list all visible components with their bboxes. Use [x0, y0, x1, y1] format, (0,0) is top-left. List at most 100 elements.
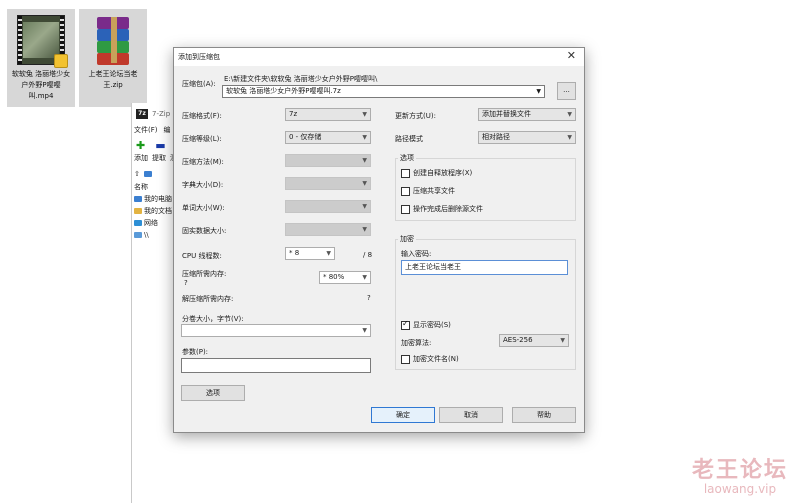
watermark-cn: 老王论坛 [691, 458, 788, 483]
toolbar-labels: 添加 提取 测 [134, 153, 177, 163]
network-share-icon [134, 232, 142, 238]
dict-select[interactable]: ▼ [285, 177, 371, 190]
threads-select[interactable]: * 8 ▼ [285, 247, 335, 260]
encrypt-names-label: 加密文件名(N) [413, 355, 459, 363]
chevron-down-icon: ▼ [362, 274, 367, 281]
archive-path: E:\新建文件夹\软软兔 洛丽塔少女户外野P嘤嘤叫\ [224, 75, 378, 83]
column-name[interactable]: 名称 [134, 181, 148, 193]
watermark: 老王论坛 laowang.vip [692, 452, 788, 496]
word-select[interactable]: ▼ [285, 200, 371, 213]
threads-max: / 8 [363, 251, 373, 259]
solid-select[interactable]: ▼ [285, 223, 371, 236]
decompress-memory-value: ? [367, 294, 371, 302]
update-select[interactable]: 添加并替换文件 ▼ [478, 108, 576, 121]
show-password-checkbox[interactable]: 显示密码(S) [401, 319, 451, 330]
chevron-down-icon: ▼ [362, 327, 367, 334]
split-combo[interactable]: ▼ [181, 324, 371, 337]
method-label: 压缩方法(M): [182, 158, 224, 166]
params-input[interactable] [181, 358, 371, 373]
encrypt-names-checkbox[interactable]: 加密文件名(N) [401, 354, 459, 364]
toolbar-add-label[interactable]: 添加 [134, 153, 148, 163]
delete-source-label: 操作完成后删除源文件 [413, 205, 483, 213]
level-label: 压缩等级(L): [182, 135, 222, 143]
chevron-down-icon: ▼ [362, 180, 367, 187]
up-arrow-icon[interactable]: ⇧ [134, 170, 140, 178]
list-item-label: 我的电脑 [144, 195, 172, 203]
password-label: 输入密码: [401, 250, 432, 258]
chevron-down-icon: ▼ [536, 88, 541, 95]
checkbox-box[interactable] [401, 319, 410, 330]
encryption-method-select[interactable]: AES-256 ▼ [499, 334, 569, 347]
format-label: 压缩格式(F): [182, 112, 222, 120]
method-select[interactable]: ▼ [285, 154, 371, 167]
sfx-label: 创建自释放程序(X) [413, 169, 473, 177]
toolbar: ✚ ▬ [136, 139, 166, 152]
7zip-logo-icon: 7z [136, 109, 148, 119]
path-mode-select[interactable]: 相对路径 ▼ [478, 131, 576, 144]
format-select[interactable]: 7z ▼ [285, 108, 371, 121]
split-label: 分卷大小，字节(V): [182, 315, 244, 323]
chevron-down-icon: ▼ [567, 134, 572, 141]
level-select[interactable]: 0 - 仅存储 ▼ [285, 131, 371, 144]
chevron-down-icon: ▼ [560, 337, 565, 344]
file-list: 名称 我的电脑 我的文档 网络 \\ [134, 181, 172, 241]
threads-label: CPU 线程数: [182, 252, 222, 260]
checkbox-box[interactable] [401, 204, 410, 214]
params-label: 参数(P): [182, 348, 209, 356]
checkbox-box[interactable] [401, 168, 410, 178]
level-value: 0 - 仅存储 [289, 133, 322, 141]
list-item[interactable]: \\ [134, 229, 172, 241]
add-icon[interactable]: ✚ [136, 139, 145, 152]
encryption-method-value: AES-256 [503, 336, 533, 344]
update-value: 添加并替换文件 [482, 110, 531, 118]
archive-name-combo[interactable]: 软软兔 洛丽塔少女户外野P嘤嘤叫.7z ▼ [222, 85, 545, 98]
menu-edit[interactable]: 编 [164, 125, 171, 135]
list-item[interactable]: 网络 [134, 217, 172, 229]
password-input[interactable]: 上老王论坛当老王 [401, 260, 568, 275]
window-title: 7-Zip [152, 110, 171, 118]
path-mode-label: 路径模式 [395, 135, 423, 143]
list-item[interactable]: 我的电脑 [134, 193, 172, 205]
memory-label: 压缩所需内存: [182, 270, 227, 278]
chevron-down-icon: ▼ [567, 111, 572, 118]
shared-checkbox[interactable]: 压缩共享文件 [401, 186, 455, 196]
close-icon[interactable]: ✕ [567, 49, 576, 62]
ok-button[interactable]: 确定 [371, 407, 435, 423]
checkbox-box[interactable] [401, 354, 410, 364]
desktop-icon-video[interactable]: 软软兔 洛丽塔少女户外野P嘤嘤叫.mp4 [7, 9, 75, 107]
dict-label: 字典大小(D): [182, 181, 224, 189]
list-header[interactable]: 名称 [134, 181, 172, 193]
cancel-button[interactable]: 取消 [439, 407, 503, 423]
threads-value: * 8 [289, 249, 300, 257]
options-button[interactable]: 选项 [181, 385, 245, 401]
network-icon [134, 220, 142, 226]
checkbox-box[interactable] [401, 186, 410, 196]
toolbar-extract-label[interactable]: 提取 [152, 153, 166, 163]
browse-button[interactable]: ... [557, 82, 576, 100]
desktop-icon-archive[interactable]: 上老王论坛当老王.zip [79, 9, 147, 107]
archive-label: 压缩包(A): [182, 80, 216, 88]
menu-bar: 文件(F) 编 [134, 125, 171, 135]
sfx-checkbox[interactable]: 创建自释放程序(X) [401, 168, 472, 178]
menu-file[interactable]: 文件(F) [134, 125, 158, 135]
list-item-label: 我的文档 [144, 207, 172, 215]
chevron-down-icon: ▼ [362, 111, 367, 118]
help-button[interactable]: 帮助 [512, 407, 576, 423]
memory-value: * 80% [323, 273, 345, 281]
delete-source-checkbox[interactable]: 操作完成后删除源文件 [401, 204, 483, 214]
encryption-group-title: 加密 [398, 234, 416, 244]
extract-icon[interactable]: ▬ [155, 139, 165, 152]
list-item[interactable]: 我的文档 [134, 205, 172, 217]
chevron-down-icon: ▼ [362, 157, 367, 164]
update-label: 更新方式(U): [395, 112, 436, 120]
chevron-down-icon: ▼ [362, 203, 367, 210]
desktop-icon-label: 软软兔 洛丽塔少女户外野P嘤嘤叫.mp4 [11, 70, 71, 100]
watermark-en: laowang.vip [703, 482, 777, 496]
path-mode-value: 相对路径 [482, 133, 510, 141]
memory-select[interactable]: * 80% ▼ [319, 271, 371, 284]
list-item-label: 网络 [144, 219, 158, 227]
memory-value-unknown: ? [184, 279, 188, 287]
decompress-memory-label: 解压缩所需内存: [182, 295, 234, 303]
winrar-archive-icon [89, 15, 137, 65]
solid-label: 固实数据大小: [182, 227, 227, 235]
